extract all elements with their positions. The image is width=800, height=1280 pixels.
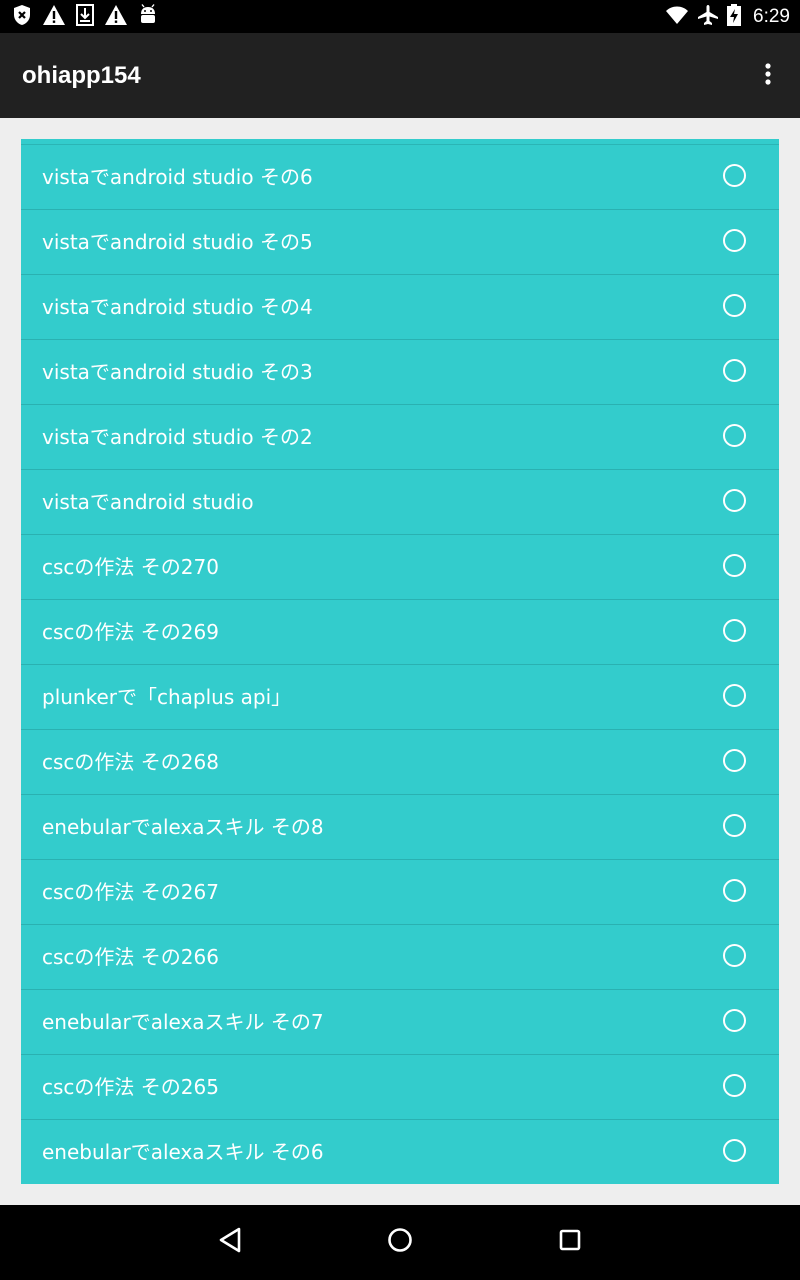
list-item[interactable]: plunkerで「chaplus api」 [21,665,779,730]
home-icon [387,1227,413,1257]
battery-charging-icon [727,3,742,30]
list-item[interactable]: vistaでandroid studio その6 [21,145,779,210]
back-icon [218,1227,242,1257]
list-item-label: cscの作法 その266 [42,945,219,969]
list-item[interactable]: vistaでandroid studio [21,470,779,535]
radio-button[interactable] [723,879,746,902]
system-icons: 6:29 [665,3,790,30]
navigation-bar [0,1205,800,1280]
list-item[interactable]: cscの作法 その268 [21,730,779,795]
list-item-label: cscの作法 その265 [42,1075,219,1099]
list-item[interactable]: cscの作法 その265 [21,1055,779,1120]
radio-button[interactable] [723,1009,746,1032]
recents-icon [559,1229,581,1255]
list-item[interactable]: cscの作法 その269 [21,600,779,665]
list-item[interactable]: enebularでalexaスキル その6 [21,1120,779,1184]
list-item-label: vistaでandroid studio その6 [42,165,313,189]
content-area: vistaでandroid studio その6 vistaでandroid s… [0,118,800,1205]
radio-button[interactable] [723,164,746,187]
download-icon [76,3,94,30]
list-item-label: cscの作法 その270 [42,555,219,579]
warning-icon [42,4,66,30]
radio-button[interactable] [723,619,746,642]
status-bar: 6:29 [0,0,800,33]
list-item-label: enebularでalexaスキル その6 [42,1140,324,1164]
list-item-label: vistaでandroid studio その4 [42,295,313,319]
list-item[interactable]: vistaでandroid studio その2 [21,405,779,470]
more-vert-icon [764,62,772,90]
list-item-label: vistaでandroid studio その2 [42,425,313,449]
list-item-label: cscの作法 その267 [42,880,219,904]
recents-button[interactable] [552,1224,588,1260]
app-title: ohiapp154 [22,62,141,89]
list-item-label: enebularでalexaスキル その8 [42,815,324,839]
list-item[interactable]: cscの作法 その270 [21,535,779,600]
radio-button[interactable] [723,684,746,707]
app-bar: ohiapp154 [0,33,800,118]
list-item-label: plunkerで「chaplus api」 [42,685,292,709]
list-item[interactable]: cscの作法 その267 [21,860,779,925]
list-item-label: enebularでalexaスキル その7 [42,1010,324,1034]
notification-icons [12,3,158,30]
list-item[interactable]: enebularでalexaスキル その7 [21,990,779,1055]
back-button[interactable] [212,1224,248,1260]
warning-icon [104,4,128,30]
radio-button[interactable] [723,424,746,447]
list-item[interactable]: vistaでandroid studio その4 [21,275,779,340]
android-icon [138,3,158,30]
radio-button[interactable] [723,489,746,512]
radio-button[interactable] [723,359,746,382]
radio-button[interactable] [723,1074,746,1097]
airplane-icon [697,4,719,30]
list-item[interactable]: vistaでandroid studio その5 [21,210,779,275]
list-item-label: cscの作法 その268 [42,750,219,774]
overflow-menu-button[interactable] [754,62,782,90]
list-item-label: cscの作法 その269 [42,620,219,644]
radio-button[interactable] [723,294,746,317]
list-item-label: vistaでandroid studio その5 [42,230,313,254]
radio-button[interactable] [723,814,746,837]
radio-button[interactable] [723,554,746,577]
shield-icon [12,4,32,30]
list-item-label: vistaでandroid studio その3 [42,360,313,384]
radio-button[interactable] [723,1139,746,1162]
clock: 6:29 [753,5,790,27]
list-item[interactable]: vistaでandroid studio その3 [21,340,779,405]
radio-button[interactable] [723,229,746,252]
list-item[interactable]: enebularでalexaスキル その8 [21,795,779,860]
list-item[interactable]: cscの作法 その266 [21,925,779,990]
wifi-icon [665,5,689,29]
item-list[interactable]: vistaでandroid studio その6 vistaでandroid s… [21,139,779,1184]
radio-button[interactable] [723,944,746,967]
home-button[interactable] [382,1224,418,1260]
list-item-label: vistaでandroid studio [42,490,254,514]
radio-button[interactable] [723,749,746,772]
